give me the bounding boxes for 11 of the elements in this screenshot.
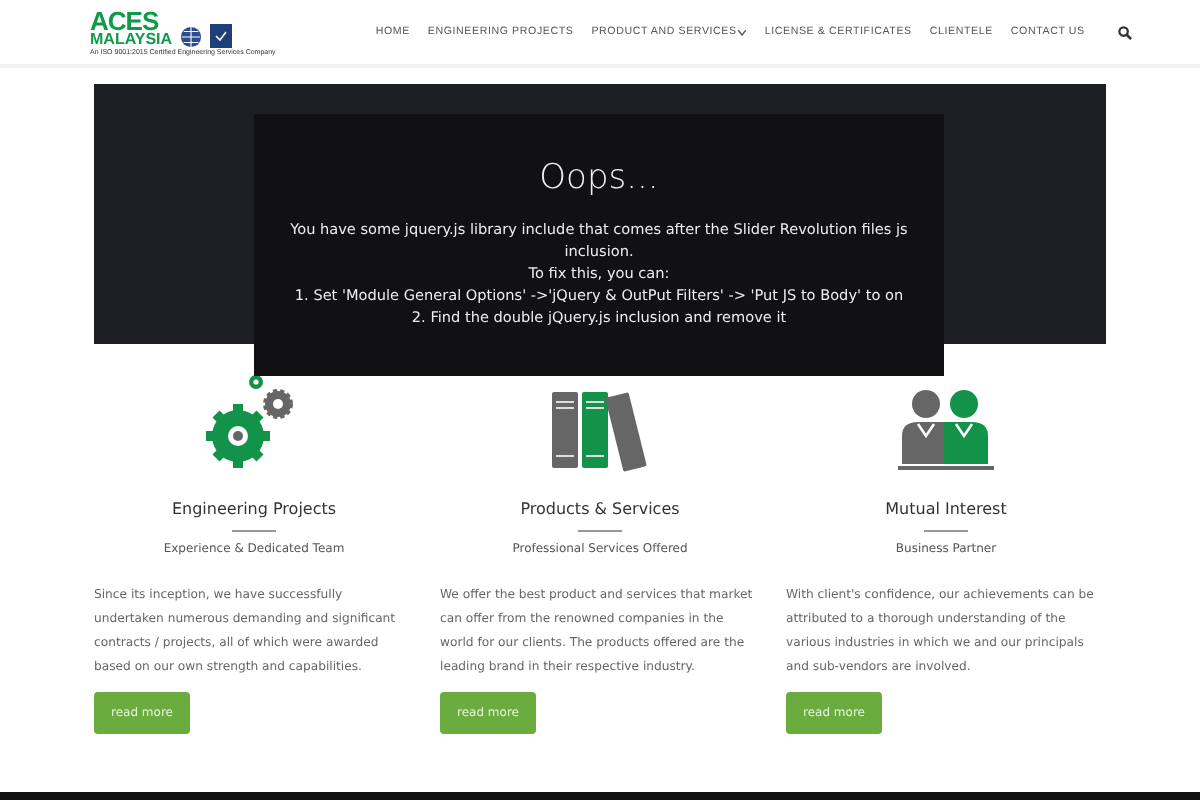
error-title: Oops... — [537, 158, 661, 198]
books-icon — [548, 388, 652, 472]
feature-title: Products & Services — [520, 500, 680, 518]
feature-title: Mutual Interest — [885, 500, 1007, 518]
globe-icon — [180, 25, 203, 47]
logo-text[interactable]: ACES — [90, 9, 173, 31]
feature-title: Engineering Projects — [171, 500, 337, 518]
certificate-icon — [210, 23, 233, 47]
logo-text[interactable]: MALAYSIA — [90, 31, 173, 47]
people-icon — [896, 388, 996, 472]
search-icon[interactable] — [1118, 25, 1133, 39]
